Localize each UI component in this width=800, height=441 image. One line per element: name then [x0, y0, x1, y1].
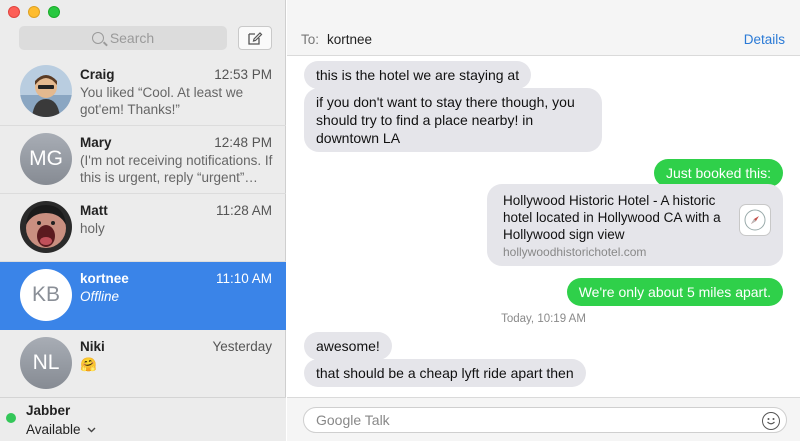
message-preview: 🤗	[80, 357, 97, 372]
sent-message[interactable]: Just booked this:	[653, 159, 783, 187]
message-preview: (I'm not receiving notifications. If thi…	[80, 153, 273, 185]
search-icon	[91, 32, 104, 44]
composer-bar: Google Talk	[287, 397, 800, 441]
message-time: 12:53 PM	[214, 67, 272, 82]
details-button[interactable]: Details	[744, 32, 785, 47]
status-dot-icon	[6, 413, 16, 423]
conversation-pane: To: kortnee Details this is the hotel we…	[287, 0, 800, 441]
safari-compass-icon	[739, 204, 771, 236]
link-title: Hollywood Historic Hotel - A historic ho…	[503, 193, 721, 242]
contact-name: kortnee	[80, 271, 129, 286]
conversation-item[interactable]: MG Mary 12:48 PM (I'm not receiving noti…	[0, 126, 286, 194]
search-placeholder: Search	[109, 30, 155, 46]
maximize-window-button[interactable]	[48, 6, 60, 18]
message-time: 12:48 PM	[214, 135, 272, 150]
message-time: 11:10 AM	[215, 271, 272, 286]
message-time: Yesterday	[212, 339, 272, 354]
avatar: NL	[20, 337, 72, 389]
contact-name: Matt	[80, 203, 108, 218]
conversation-item[interactable]: Craig 12:53 PM You liked “Cool. At least…	[0, 58, 286, 126]
recipient-name: kortnee	[327, 32, 373, 47]
conversation-item[interactable]: NL Niki Yesterday 🤗	[0, 330, 286, 398]
status-bar: Jabber Available	[0, 397, 286, 441]
search-field[interactable]: Search	[19, 26, 227, 50]
message-preview: Offline	[80, 289, 120, 304]
avatar	[20, 65, 72, 117]
conversation-header: To: kortnee Details	[287, 0, 800, 56]
minimize-window-button[interactable]	[28, 6, 40, 18]
compose-icon	[248, 32, 263, 45]
avatar: KB	[20, 269, 72, 321]
to-label: To:	[301, 32, 320, 47]
status-dropdown[interactable]: Available	[26, 422, 96, 437]
message-preview: You liked “Cool. At least we got'em! Tha…	[80, 85, 244, 117]
received-message[interactable]: that should be a cheap lyft ride apart t…	[304, 359, 586, 387]
message-timestamp: Today, 10:19 AM	[501, 313, 586, 325]
conversation-list: Craig 12:53 PM You liked “Cool. At least…	[0, 58, 286, 398]
window-controls	[8, 6, 60, 18]
message-thread[interactable]: this is the hotel we are staying at if y…	[287, 56, 800, 396]
sidebar: Search Craig 12:53 PM You liked “Cool. A…	[0, 0, 286, 441]
link-url: hollywoodhistorichotel.com	[503, 245, 647, 259]
received-message[interactable]: if you don't want to stay there though, …	[304, 88, 602, 152]
conversation-item[interactable]: Matt 11:28 AM holy	[0, 194, 286, 262]
contact-name: Craig	[80, 67, 115, 82]
conversation-item-selected[interactable]: KB kortnee 11:10 AM Offline	[0, 262, 286, 330]
sent-message[interactable]: We're only about 5 miles apart.	[566, 278, 783, 306]
compose-button[interactable]	[238, 26, 272, 50]
avatar: MG	[20, 133, 72, 185]
emoji-button[interactable]	[762, 412, 780, 430]
received-message[interactable]: awesome!	[304, 332, 392, 360]
message-input[interactable]: Google Talk	[303, 407, 787, 433]
link-preview-card[interactable]: Hollywood Historic Hotel - A historic ho…	[487, 184, 783, 266]
message-preview: holy	[80, 221, 105, 236]
contact-name: Niki	[80, 339, 105, 354]
message-time: 11:28 AM	[215, 203, 272, 218]
contact-name: Mary	[80, 135, 112, 150]
close-window-button[interactable]	[8, 6, 20, 18]
status-value: Available	[26, 422, 81, 437]
smiley-icon	[767, 418, 775, 425]
avatar	[20, 201, 72, 253]
account-name: Jabber	[26, 403, 71, 418]
chevron-down-icon	[87, 427, 96, 432]
received-message[interactable]: this is the hotel we are staying at	[304, 61, 532, 89]
